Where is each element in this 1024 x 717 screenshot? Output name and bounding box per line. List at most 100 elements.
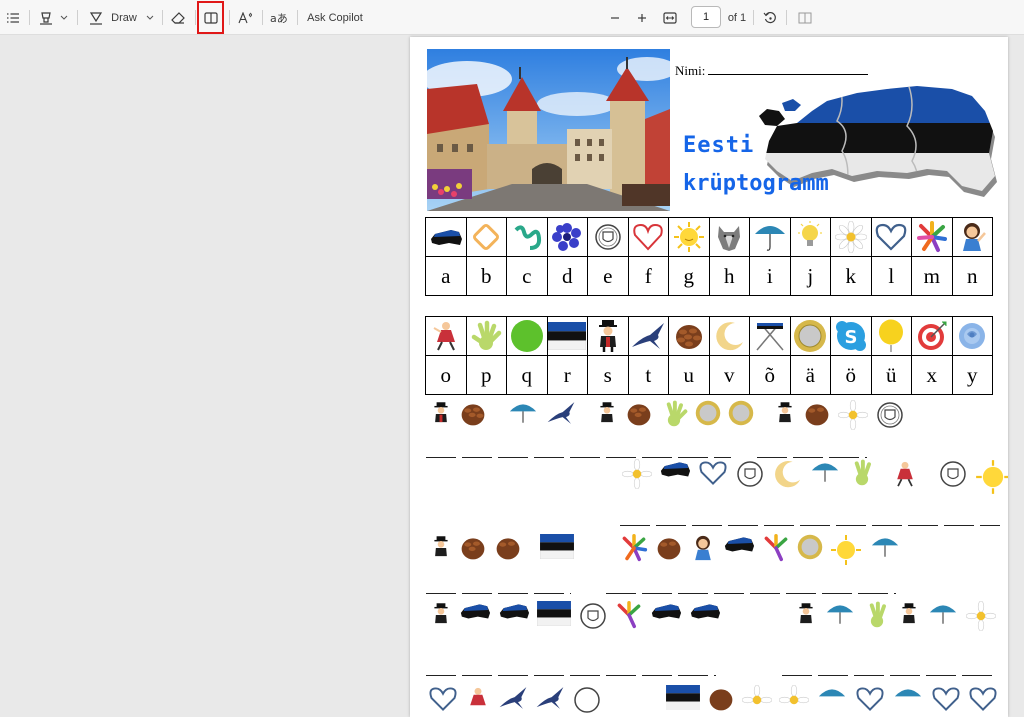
key-letter: c: [506, 256, 548, 296]
read-aloud-icon[interactable]: [236, 0, 256, 35]
daisy-icon: [838, 400, 868, 430]
answer-blanks: [426, 675, 716, 676]
key-letter: d: [546, 256, 588, 296]
handprint-icon: [660, 400, 688, 430]
highlight-icon[interactable]: [36, 0, 56, 35]
key-letter: t: [627, 355, 669, 395]
key-letter: h: [708, 256, 750, 296]
pdf-page: Nimi: Eesti krüptogramm a b c d e f g h …: [410, 37, 1008, 717]
puzzle-word-row: [430, 534, 901, 566]
pinecone-icon: [655, 534, 683, 566]
key-letter: õ: [749, 355, 791, 395]
toolbar-divider: [162, 10, 163, 25]
key-letter: ä: [789, 355, 831, 395]
fit-page-icon[interactable]: [660, 0, 680, 35]
chevron-down-icon[interactable]: [58, 0, 70, 35]
handprint-icon: [863, 601, 891, 631]
key-cell: [587, 316, 629, 356]
title-line-1: Eesti: [683, 133, 755, 158]
translate-icon[interactable]: aあ: [268, 0, 290, 35]
name-blank-line: [708, 63, 869, 75]
highlight-box: [197, 1, 224, 34]
key-letter: f: [627, 256, 669, 296]
key-letter: k: [830, 256, 872, 296]
wolf-icon: [710, 222, 750, 252]
answer-blanks: [782, 675, 992, 676]
handprint-icon: [848, 459, 876, 495]
target-icon: [912, 320, 952, 352]
toolbar-divider: [229, 10, 230, 25]
zoom-out-icon[interactable]: [606, 0, 624, 35]
euro-coin-icon: [797, 534, 823, 566]
pdf-toolbar: Draw aあ Ask Copilot 1 of 1: [0, 0, 1024, 35]
answer-blanks: [620, 525, 1000, 526]
name-field: Nimi:: [675, 63, 869, 79]
coat-of-arms-icon: [938, 459, 968, 495]
chimney-sweep-icon: [898, 601, 920, 631]
moon-icon: [772, 459, 802, 495]
answer-blanks: [426, 457, 731, 458]
coat-of-arms-icon: [588, 222, 628, 252]
chevron-down-icon[interactable]: [144, 0, 156, 35]
key-letter: ü: [870, 355, 912, 395]
cornflower-icon: [548, 222, 588, 252]
key-letter: q: [506, 355, 548, 395]
page-number-input[interactable]: 1: [691, 6, 721, 28]
dancer-icon: [892, 459, 918, 495]
moon-icon: [710, 320, 750, 352]
daisy-icon: [779, 685, 809, 715]
contents-icon[interactable]: [3, 0, 23, 35]
green-circle-icon: [507, 319, 547, 353]
key-letter: u: [668, 355, 710, 395]
key-cell: [425, 217, 467, 257]
toolbar-divider: [77, 10, 78, 25]
chimney-sweep-icon: [795, 601, 817, 631]
key-letter: x: [911, 355, 953, 395]
pinecone-icon: [459, 400, 487, 430]
key-cell: [506, 217, 548, 257]
ask-copilot-button[interactable]: Ask Copilot: [305, 0, 365, 35]
key-letter: n: [951, 256, 993, 296]
toolbar-divider: [297, 10, 298, 25]
hands-icon: [762, 534, 790, 566]
estonia-map-icon: [659, 459, 691, 495]
zoom-in-icon[interactable]: [633, 0, 651, 35]
chimney-sweep-icon: [774, 400, 796, 430]
bulb-icon: [791, 221, 831, 253]
umbrella-icon: [809, 459, 841, 495]
two-page-icon[interactable]: [795, 0, 815, 35]
rotate-icon[interactable]: [760, 0, 780, 35]
chimney-sweep-icon: [430, 601, 452, 631]
heart-outline-icon: [428, 685, 458, 715]
umbrella-icon: [892, 685, 924, 715]
pinecone-icon: [459, 534, 487, 566]
key-letter: m: [911, 256, 953, 296]
eraser-icon[interactable]: [168, 0, 188, 35]
key-cell: S: [830, 316, 872, 356]
draw-label[interactable]: Draw: [108, 0, 140, 35]
hands-icon: [615, 601, 643, 631]
key-cell: [546, 316, 588, 356]
heart-icon: [629, 222, 669, 252]
umbrella-icon: [927, 601, 959, 631]
dancer-icon: [426, 320, 466, 352]
key-cell: [546, 217, 588, 257]
chimney-sweep-icon: [596, 400, 618, 430]
title-line-2: krüptogramm: [683, 171, 829, 196]
key-cell: [749, 316, 791, 356]
draw-icon[interactable]: [87, 0, 105, 35]
estonia-map-icon: [689, 601, 721, 631]
puzzle-word-row: [428, 685, 998, 715]
dancer-icon: [465, 685, 491, 715]
key-cell: [708, 217, 750, 257]
key-cell: [425, 316, 467, 356]
toolbar-divider: [262, 10, 263, 25]
pinecone-icon: [494, 534, 522, 566]
key-cell: [911, 316, 953, 356]
coat-of-arms-icon: [578, 601, 608, 631]
pinecone-icon: [803, 400, 831, 430]
chimney-sweep-icon: [430, 400, 452, 430]
girl-icon: [690, 534, 716, 566]
daisy-icon: [831, 221, 871, 253]
heart-outline-icon: [855, 685, 885, 715]
